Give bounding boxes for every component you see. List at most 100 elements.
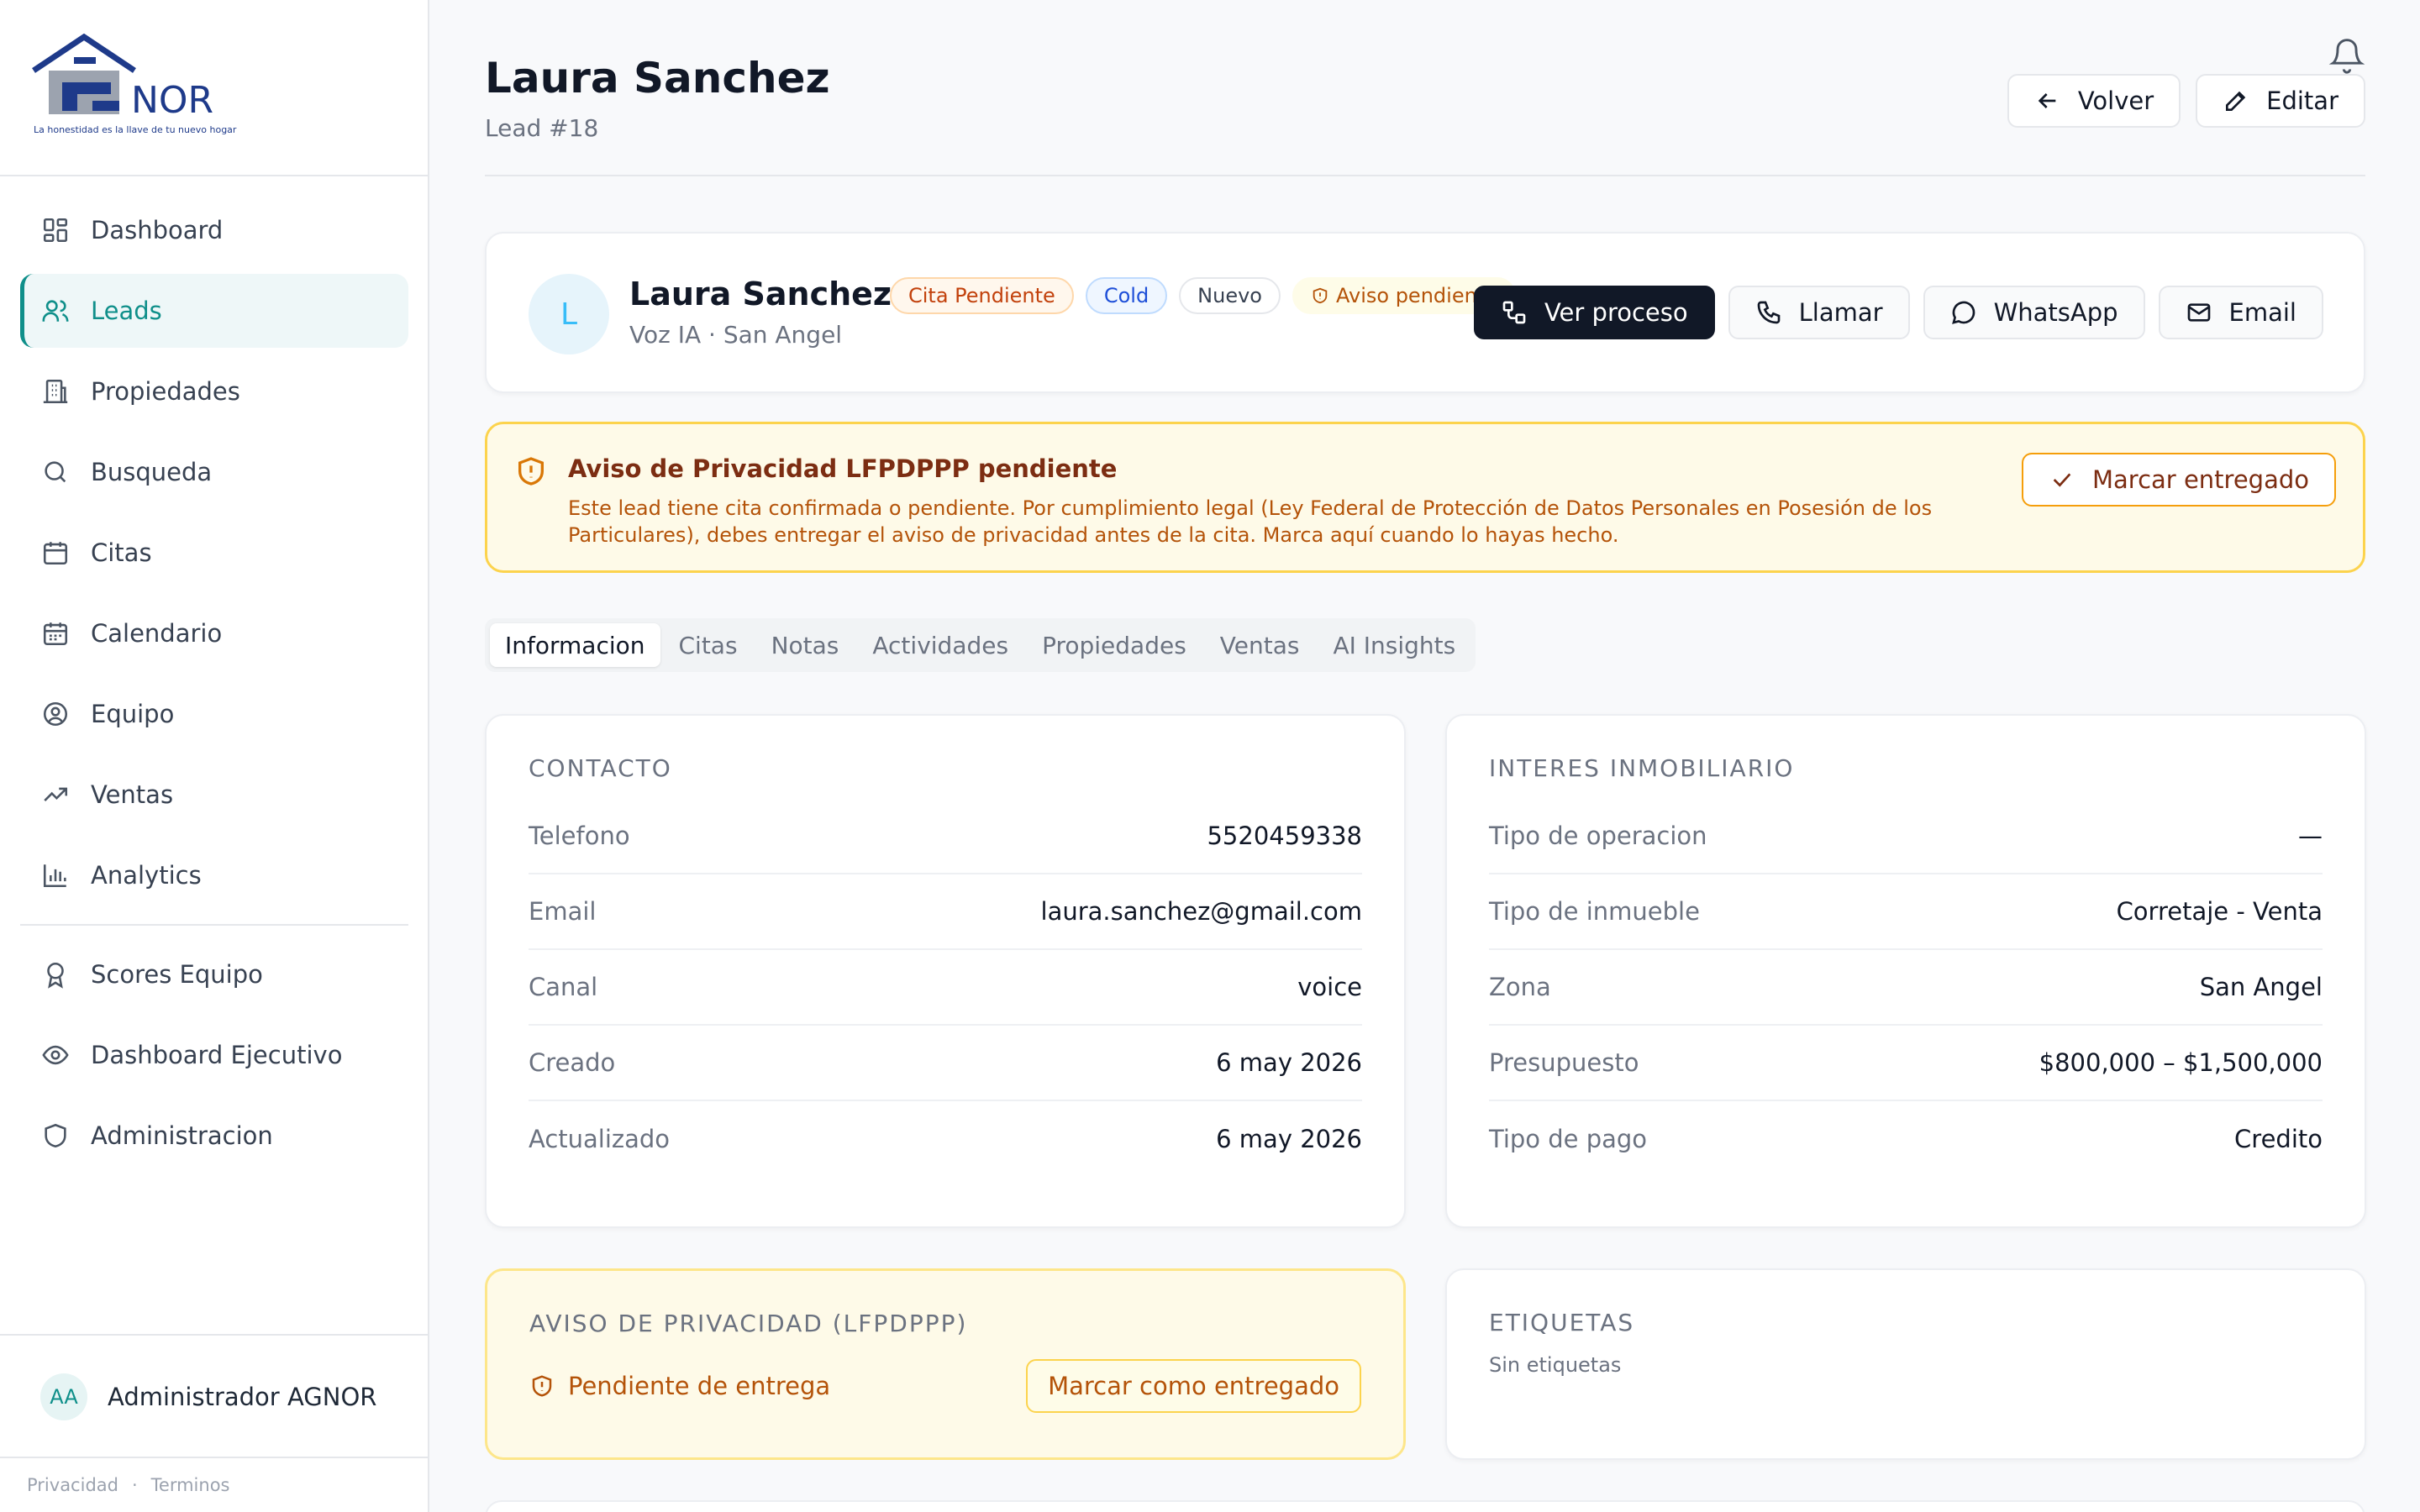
sidebar-item-scores-equipo[interactable]: Scores Equipo xyxy=(20,937,408,1011)
shield-alert-icon xyxy=(1313,287,1328,304)
search-icon xyxy=(40,457,71,487)
sidebar-item-citas[interactable]: Citas xyxy=(20,516,408,590)
lead-badges: Cita Pendiente Cold Nuevo Aviso pendient… xyxy=(890,277,1516,314)
next-card xyxy=(485,1500,2365,1512)
info-row: Zona San Angel xyxy=(1489,950,2323,1026)
tab-actividades[interactable]: Actividades xyxy=(857,623,1023,667)
bell-icon[interactable] xyxy=(2328,37,2365,74)
check-icon xyxy=(2053,473,2071,487)
trending-up-icon xyxy=(40,780,71,810)
alert-text: Este lead tiene cita confirmada o pendie… xyxy=(568,496,1933,547)
shield-alert-icon xyxy=(532,1375,552,1397)
sidebar-nav: Dashboard Leads Propiedades Busqueda Cit… xyxy=(20,193,408,1179)
email-button-label: Email xyxy=(2228,298,2296,327)
sidebar-item-ventas[interactable]: Ventas xyxy=(20,758,408,832)
info-row: Tipo de inmueble Corretaje - Venta xyxy=(1489,874,2323,950)
privacy-link[interactable]: Privacidad xyxy=(27,1475,118,1495)
updated-value: 6 may 2026 xyxy=(1216,1125,1362,1153)
back-button[interactable]: Volver xyxy=(2007,74,2181,128)
info-row: Actualizado 6 may 2026 xyxy=(529,1101,1362,1177)
row-label: Telefono xyxy=(529,822,630,850)
page-title: Laura Sanchez xyxy=(485,54,830,102)
email-value: laura.sanchez@gmail.com xyxy=(1040,897,1362,926)
contact-card: CONTACTO Telefono 5520459338 Email laura.s… xyxy=(485,714,1406,1228)
info-row: Tipo de operacion — xyxy=(1489,799,2323,874)
logo-text: NOR xyxy=(131,79,213,122)
logo-area: NOR La honestidad es la llave de tu nuev… xyxy=(0,0,428,176)
info-row: Telefono 5520459338 xyxy=(529,799,1362,874)
sidebar-item-propiedades[interactable]: Propiedades xyxy=(20,354,408,428)
sidebar-item-busqueda[interactable]: Busqueda xyxy=(20,435,408,509)
calendar-grid-icon xyxy=(40,618,71,648)
row-label: Actualizado xyxy=(529,1125,671,1153)
lead-meta: Voz IA · San Angel xyxy=(629,321,843,349)
info-row: Creado 6 may 2026 xyxy=(529,1026,1362,1101)
header-actions: Volver Editar xyxy=(2007,74,2365,128)
sidebar-item-label: Citas xyxy=(91,538,152,567)
row-label: Email xyxy=(529,897,597,926)
sidebar-item-label: Leads xyxy=(91,297,162,325)
edit-button-label: Editar xyxy=(2266,87,2338,115)
mark-as-delivered-button[interactable]: Marcar como entregado xyxy=(1026,1359,1361,1413)
lead-avatar: L xyxy=(529,274,609,354)
sidebar-item-leads[interactable]: Leads xyxy=(20,274,408,348)
status-badge: Nuevo xyxy=(1179,277,1281,314)
whatsapp-button[interactable]: WhatsApp xyxy=(1923,286,2145,339)
sidebar-footer: Privacidad · Terminos xyxy=(0,1457,428,1512)
tab-ai-insights[interactable]: AI Insights xyxy=(1318,623,1470,667)
payment-type-value: Credito xyxy=(2234,1125,2323,1153)
call-button[interactable]: Llamar xyxy=(1728,286,1910,339)
sidebar-item-equipo[interactable]: Equipo xyxy=(20,677,408,751)
email-button[interactable]: Email xyxy=(2158,286,2323,339)
user-circle-icon xyxy=(40,699,71,729)
sidebar-item-label: Administracion xyxy=(91,1121,273,1150)
sidebar-item-analytics[interactable]: Analytics xyxy=(20,838,408,912)
award-icon xyxy=(40,959,71,990)
sidebar-user[interactable]: AA Administrador AGNOR xyxy=(0,1334,428,1458)
lead-tabs: Informacion Citas Notas Actividades Prop… xyxy=(485,618,1476,672)
sidebar-item-label: Propiedades xyxy=(91,377,240,406)
footer-separator: · xyxy=(131,1475,138,1495)
tab-ventas[interactable]: Ventas xyxy=(1205,623,1315,667)
sidebar-item-dashboard-ejecutivo[interactable]: Dashboard Ejecutivo xyxy=(20,1018,408,1092)
terms-link[interactable]: Terminos xyxy=(151,1475,230,1495)
view-process-label: Ver proceso xyxy=(1544,298,1688,327)
budget-value: $800,000 – $1,500,000 xyxy=(2039,1048,2323,1077)
info-row: Email laura.sanchez@gmail.com xyxy=(529,874,1362,950)
building-icon xyxy=(40,376,71,407)
tab-notas[interactable]: Notas xyxy=(756,623,855,667)
brand-logo[interactable]: NOR La honestidad es la llave de tu nuev… xyxy=(32,33,236,141)
appointment-badge: Cita Pendiente xyxy=(890,277,1074,314)
view-process-button[interactable]: Ver proceso xyxy=(1473,286,1715,339)
alert-title: Aviso de Privacidad LFPDPPP pendiente xyxy=(568,454,1118,483)
section-title: CONTACTO xyxy=(529,754,672,782)
privacy-row: Pendiente de entrega Marcar como entrega… xyxy=(529,1359,1361,1413)
row-label: Presupuesto xyxy=(1489,1048,1639,1077)
row-label: Canal xyxy=(529,973,598,1001)
sidebar-item-administracion[interactable]: Administracion xyxy=(20,1099,408,1173)
sidebar-item-label: Equipo xyxy=(91,700,175,728)
privacy-status-label: Pendiente de entrega xyxy=(568,1372,831,1400)
calendar-icon xyxy=(40,538,71,568)
tab-propiedades[interactable]: Propiedades xyxy=(1027,623,1202,667)
zone-value: San Angel xyxy=(2199,973,2323,1001)
arrow-left-icon xyxy=(2038,93,2056,108)
row-label: Tipo de inmueble xyxy=(1489,897,1700,926)
back-button-label: Volver xyxy=(2077,87,2154,115)
real-estate-interest-card: INTERES INMOBILIARIO Tipo de operacion — … xyxy=(1445,714,2366,1228)
tags-card: ETIQUETAS Sin etiquetas xyxy=(1445,1268,2366,1460)
sidebar-item-calendario[interactable]: Calendario xyxy=(20,596,408,670)
sidebar-item-label: Busqueda xyxy=(91,458,213,486)
edit-button[interactable]: Editar xyxy=(2196,74,2365,128)
mark-delivered-button[interactable]: Marcar entregado xyxy=(2022,453,2336,507)
property-type-value: Corretaje - Venta xyxy=(2116,897,2323,926)
mail-icon xyxy=(2187,303,2210,322)
tab-informacion[interactable]: Informacion xyxy=(490,623,660,667)
privacy-status: Pendiente de entrega xyxy=(529,1372,830,1400)
sidebar-item-dashboard[interactable]: Dashboard xyxy=(20,193,408,267)
workflow-icon xyxy=(1502,301,1526,324)
shield-alert-icon xyxy=(518,457,544,486)
tab-citas[interactable]: Citas xyxy=(664,623,753,667)
info-row: Presupuesto $800,000 – $1,500,000 xyxy=(1489,1026,2323,1101)
row-label: Zona xyxy=(1489,973,1551,1001)
